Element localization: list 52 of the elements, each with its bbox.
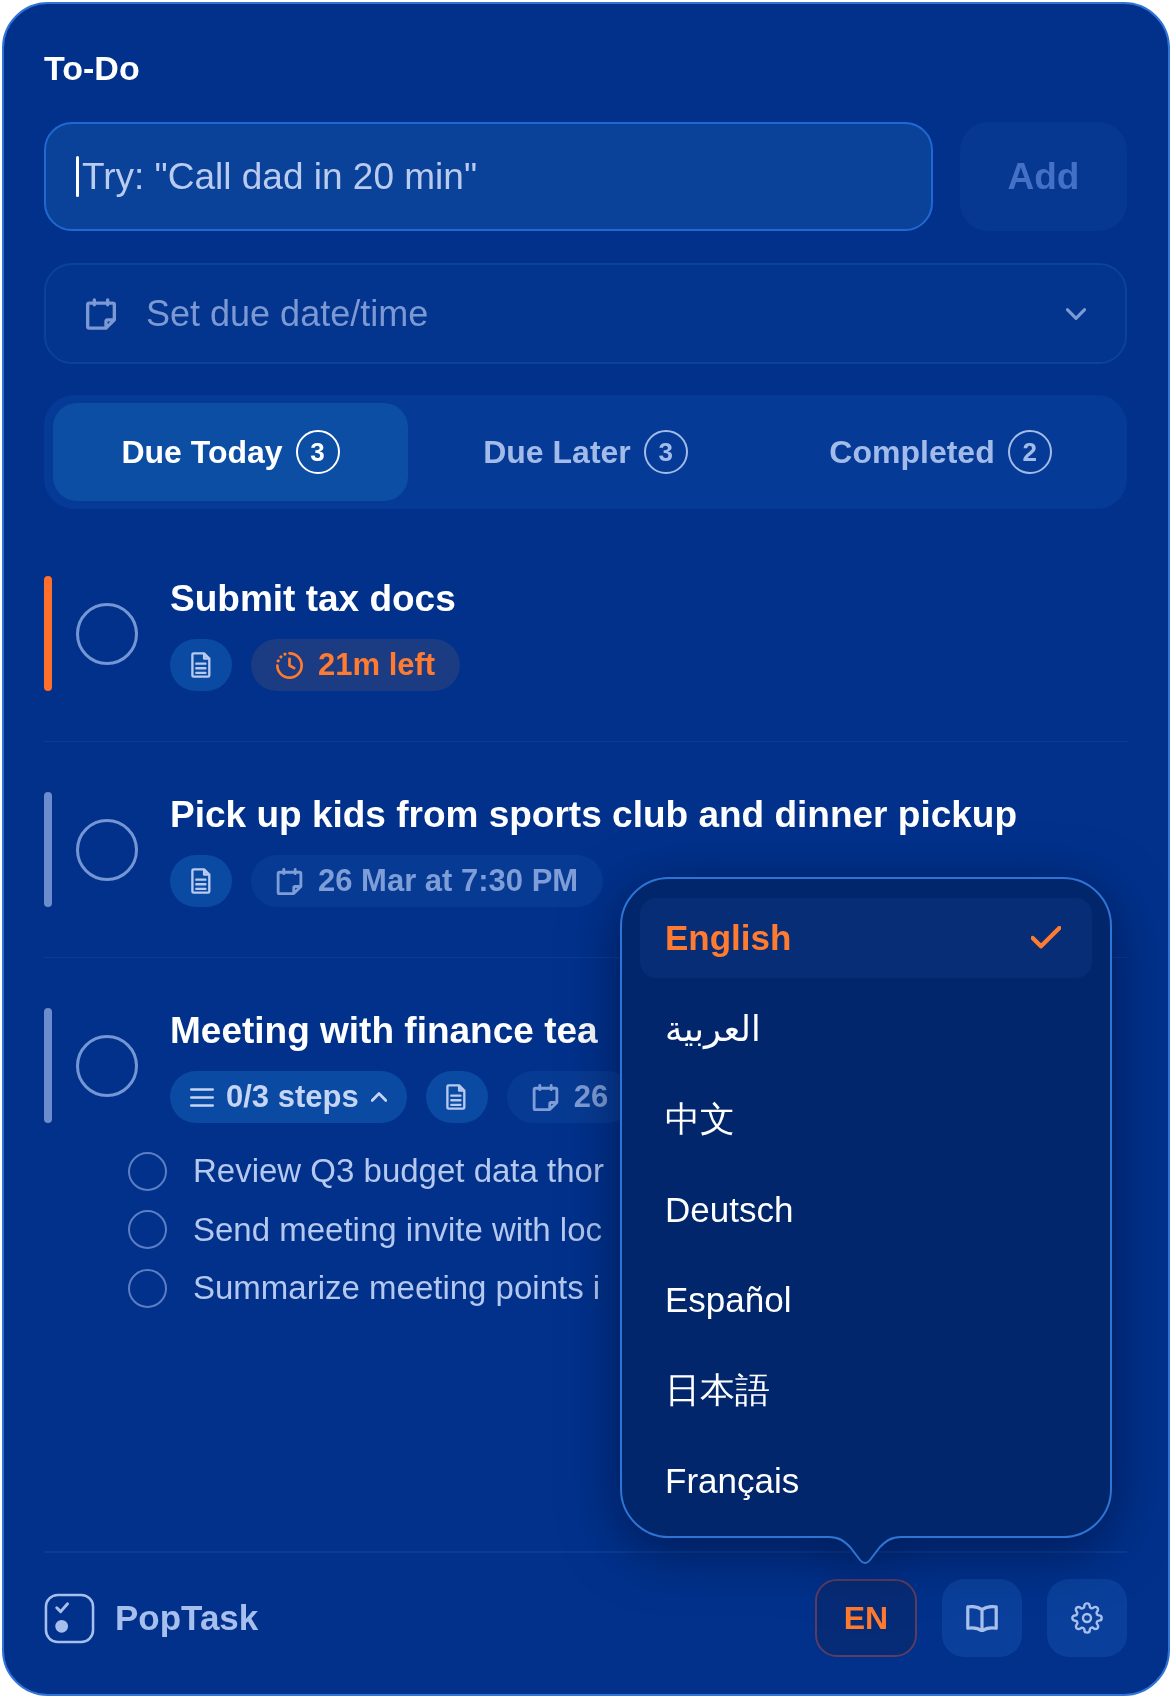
count-badge: 2	[1007, 430, 1052, 474]
task-checkbox[interactable]	[76, 818, 138, 881]
clock-icon	[276, 651, 303, 679]
subtask-checkbox[interactable]	[128, 1268, 167, 1308]
language-option[interactable]: العربية	[640, 988, 1092, 1069]
due-date-picker[interactable]: Set due date/time	[44, 263, 1127, 364]
language-option[interactable]: Deutsch	[640, 1169, 1092, 1250]
book-button[interactable]	[942, 1579, 1022, 1657]
book-icon	[966, 1604, 998, 1632]
language-option[interactable]: Español	[640, 1260, 1092, 1340]
document-icon	[190, 652, 212, 678]
steps-toggle[interactable]: 0/3 steps	[170, 1071, 407, 1123]
tab[interactable]: Completed 2	[763, 403, 1118, 501]
window-title: To-Do	[44, 48, 141, 89]
notes-button[interactable]	[425, 1071, 488, 1123]
notes-button[interactable]	[170, 639, 232, 691]
language-option[interactable]: 日本語	[640, 1350, 1092, 1431]
task-title: Meeting with finance tea	[170, 1009, 599, 1053]
language-option[interactable]: English	[640, 898, 1092, 978]
tab[interactable]: Due Today 3	[53, 403, 408, 501]
document-icon	[446, 1084, 468, 1110]
task-checkbox[interactable]	[76, 602, 138, 665]
notes-button[interactable]	[170, 855, 232, 907]
countdown-chip[interactable]: 21m left	[251, 639, 461, 691]
task-title: Pick up kids from sports club and dinner pickup	[170, 793, 1018, 837]
app-logo-icon	[44, 1592, 95, 1644]
chevron-down-icon	[1066, 307, 1086, 320]
count-badge: 3	[295, 430, 340, 474]
subtask-checkbox[interactable]	[128, 1151, 167, 1191]
language-option[interactable]: Français	[640, 1441, 1092, 1521]
due-date-chip[interactable]: 26 Mar at 7:30 PM	[251, 855, 604, 907]
language-button[interactable]: EN	[815, 1579, 917, 1657]
app-name: PopTask	[115, 1598, 259, 1638]
tab[interactable]: Due Later 3	[408, 403, 763, 501]
language-option[interactable]: 中文	[640, 1079, 1092, 1159]
subtask-text: Send meeting invite with loc	[193, 1210, 603, 1249]
caret-up-icon	[370, 1092, 387, 1102]
list-icon	[190, 1087, 214, 1107]
subtask-text: Review Q3 budget data thor	[193, 1152, 604, 1191]
calendar-icon	[86, 297, 116, 330]
calendar-icon	[276, 867, 303, 895]
settings-icon	[1071, 1602, 1103, 1634]
calendar-icon	[531, 1083, 559, 1111]
document-icon	[190, 868, 212, 894]
settings-button[interactable]	[1047, 1579, 1127, 1657]
task-title: Submit tax docs	[170, 577, 457, 621]
check-icon	[1031, 926, 1061, 950]
subtask-text: Summarize meeting points i	[193, 1269, 601, 1308]
task-checkbox[interactable]	[76, 1034, 138, 1097]
count-badge: 3	[643, 430, 688, 474]
subtask-checkbox[interactable]	[128, 1210, 167, 1250]
task-input[interactable]: Try: "Call dad in 20 min"	[44, 122, 933, 231]
